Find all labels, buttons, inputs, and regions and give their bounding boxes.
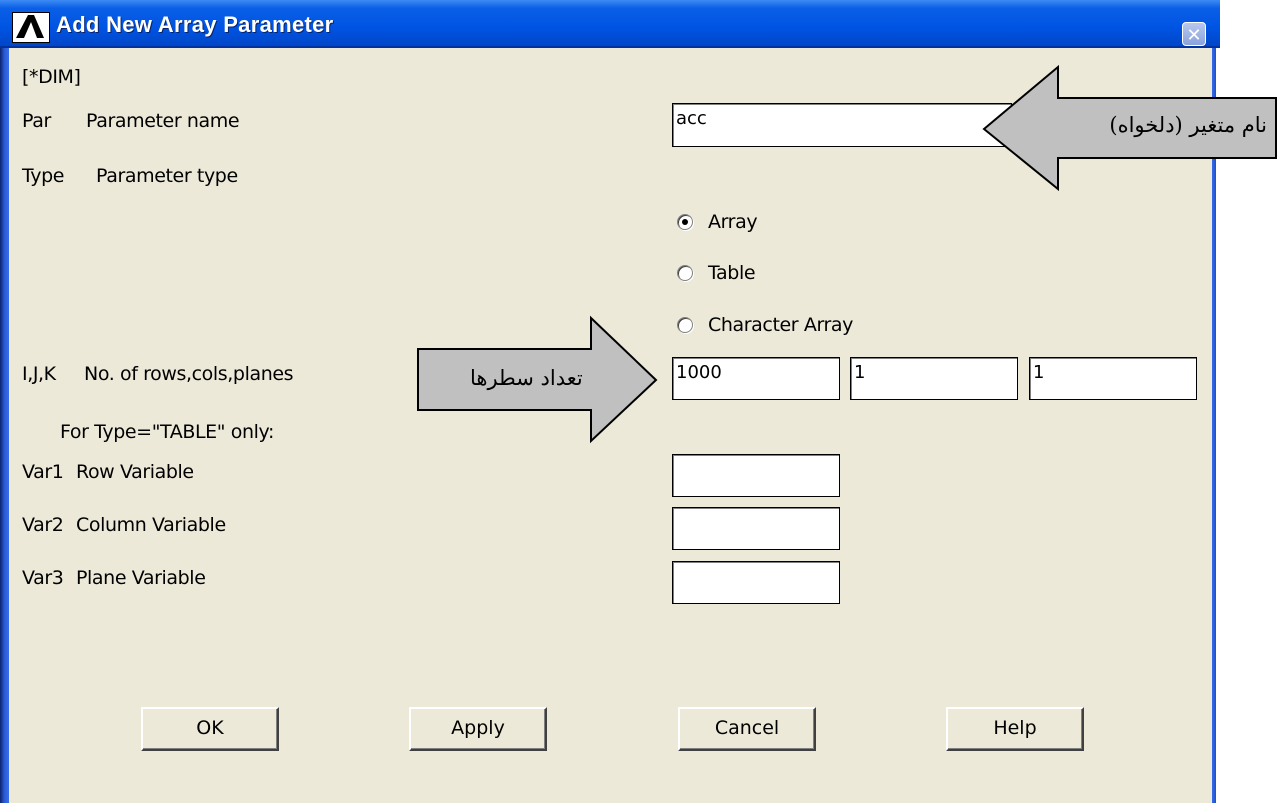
rows-arrow-label: تعداد سطرها — [470, 366, 583, 390]
name-arrow-label: نام متغیر (دلخواه) — [1109, 113, 1267, 137]
annotation-overlay — [417, 64, 1277, 444]
dialog-window: Add New Array Parameter ✕ [*DIM] Par Para… — [0, 0, 1281, 803]
